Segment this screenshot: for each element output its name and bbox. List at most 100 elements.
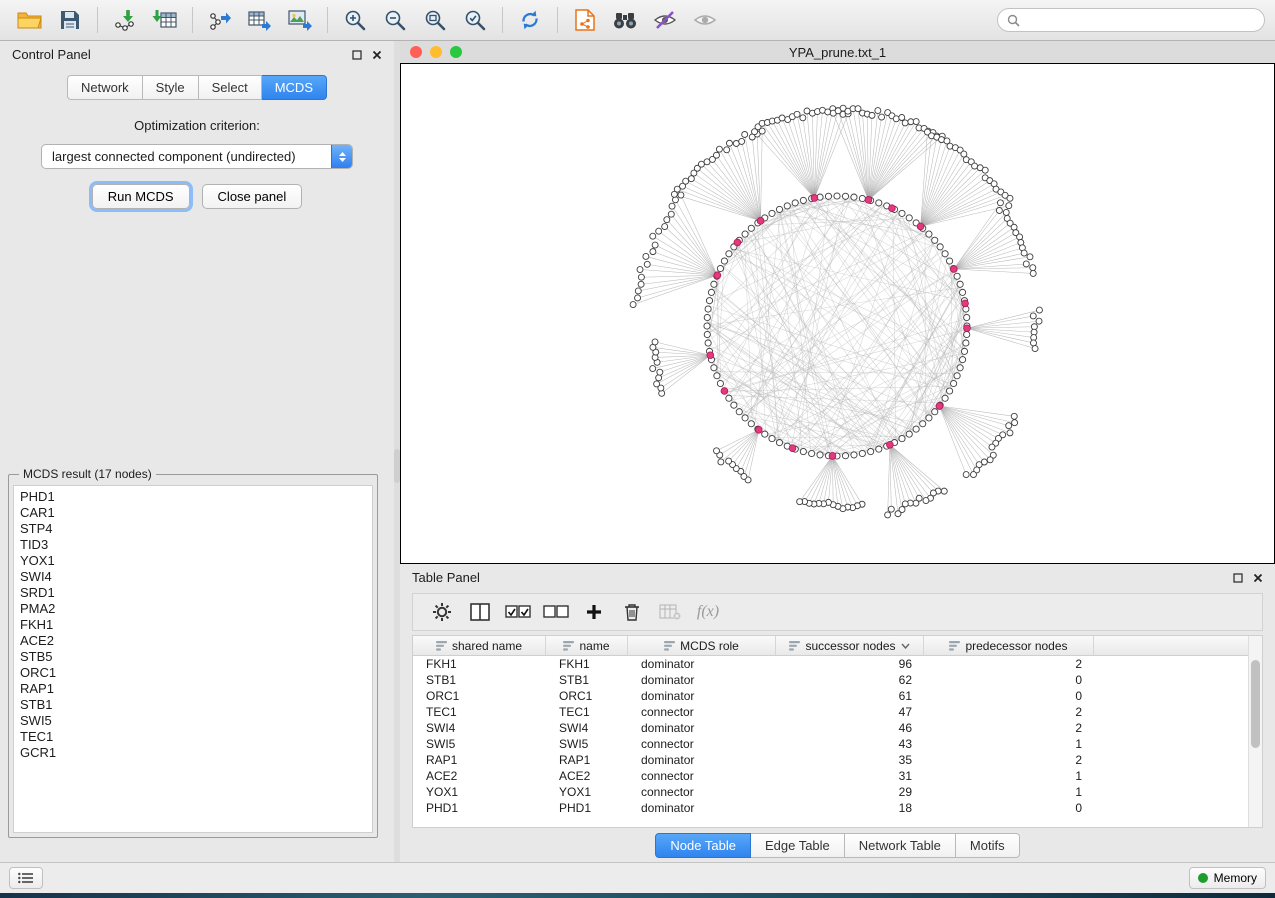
table-cell: SWI4 [413, 720, 546, 736]
table-scrollbar[interactable] [1248, 636, 1262, 827]
deselect-all-button[interactable] [537, 597, 575, 627]
mcds-result-item[interactable]: ACE2 [20, 633, 366, 649]
window-maximize-button[interactable] [450, 46, 462, 58]
scrollbar-thumb[interactable] [1251, 660, 1260, 748]
export-table-button[interactable] [240, 3, 280, 37]
mcds-result-item[interactable]: SWI4 [20, 569, 366, 585]
table-tab-network-table[interactable]: Network Table [845, 833, 956, 858]
export-network-button[interactable] [200, 3, 240, 37]
mcds-result-item[interactable]: CAR1 [20, 505, 366, 521]
binoculars-icon [612, 9, 638, 31]
mcds-result-item[interactable]: STB1 [20, 697, 366, 713]
table-row[interactable]: RAP1RAP1dominator352 [413, 752, 1262, 768]
show-all-button[interactable] [685, 3, 725, 37]
mcds-result-item[interactable]: SWI5 [20, 713, 366, 729]
delete-table-button[interactable] [651, 597, 689, 627]
mcds-result-item[interactable]: PHD1 [20, 489, 366, 505]
tab-select[interactable]: Select [199, 75, 262, 100]
hide-selected-button[interactable] [645, 3, 685, 37]
table-settings-button[interactable] [423, 597, 461, 627]
zoom-selected-button[interactable] [455, 3, 495, 37]
select-all-button[interactable] [499, 597, 537, 627]
column-header-MCDS-role[interactable]: MCDS role [628, 636, 776, 655]
table-cell: 2 [924, 720, 1094, 736]
zoom-out-button[interactable] [375, 3, 415, 37]
close-panel-button[interactable]: Close panel [202, 184, 303, 209]
table-tab-node-table[interactable]: Node Table [655, 833, 751, 858]
share-document-button[interactable] [565, 3, 605, 37]
zoom-fit-button[interactable] [415, 3, 455, 37]
table-row[interactable]: TEC1TEC1connector472 [413, 704, 1262, 720]
list-icon [18, 872, 34, 884]
run-mcds-button[interactable]: Run MCDS [92, 184, 190, 209]
table-row[interactable]: ORC1ORC1dominator610 [413, 688, 1262, 704]
table-tab-edge-table[interactable]: Edge Table [751, 833, 845, 858]
panel-menu-button[interactable] [9, 867, 43, 889]
zoom-in-button[interactable] [335, 3, 375, 37]
add-column-button[interactable] [575, 597, 613, 627]
network-title: YPA_prune.txt_1 [789, 45, 886, 60]
table-row[interactable]: STB1STB1dominator620 [413, 672, 1262, 688]
table-tab-motifs[interactable]: Motifs [956, 833, 1020, 858]
mcds-result-item[interactable]: GCR1 [20, 745, 366, 761]
checked-boxes-icon [505, 605, 531, 619]
table-cell: 2 [924, 656, 1094, 672]
tab-mcds[interactable]: MCDS [262, 75, 327, 100]
show-columns-button[interactable] [461, 597, 499, 627]
tab-network[interactable]: Network [67, 75, 143, 100]
mcds-result-item[interactable]: SRD1 [20, 585, 366, 601]
import-table-button[interactable] [145, 3, 185, 37]
network-canvas[interactable] [400, 63, 1275, 564]
open-session-button[interactable] [10, 3, 50, 37]
table-cell: 1 [924, 784, 1094, 800]
mcds-result-item[interactable]: YOX1 [20, 553, 366, 569]
find-button[interactable] [605, 3, 645, 37]
table-row[interactable]: ACE2ACE2connector311 [413, 768, 1262, 784]
control-panel-header: Control Panel [0, 41, 394, 68]
table-row[interactable]: PHD1PHD1dominator180 [413, 800, 1262, 816]
column-header-name[interactable]: name [546, 636, 628, 655]
mcds-result-list[interactable]: PHD1CAR1STP4TID3YOX1SWI4SRD1PMA2FKH1ACE2… [13, 485, 373, 833]
delete-table-icon [659, 604, 681, 620]
table-row[interactable]: SWI5SWI5connector431 [413, 736, 1262, 752]
close-panel-icon[interactable] [372, 50, 382, 60]
optimization-dropdown[interactable]: largest connected component (undirected) [41, 144, 353, 169]
table-row[interactable]: SWI4SWI4dominator462 [413, 720, 1262, 736]
column-header-predecessor-nodes[interactable]: predecessor nodes [924, 636, 1094, 655]
mcds-result-item[interactable]: RAP1 [20, 681, 366, 697]
panel-splitter-handle[interactable] [394, 449, 400, 483]
column-header-shared-name[interactable]: shared name [413, 636, 546, 655]
function-builder-button[interactable]: f(x) [689, 597, 727, 627]
window-close-button[interactable] [410, 46, 422, 58]
hide-eye-icon [652, 9, 678, 31]
close-table-panel-icon[interactable] [1253, 573, 1263, 583]
table-cell: 1 [924, 768, 1094, 784]
main-content: Control Panel NetworkStyleSelectMCDS Opt… [0, 41, 1275, 862]
import-network-button[interactable] [105, 3, 145, 37]
refresh-view-button[interactable] [510, 3, 550, 37]
table-row[interactable]: FKH1FKH1dominator962 [413, 656, 1262, 672]
table-cell: STB1 [546, 672, 628, 688]
table-cell: YOX1 [546, 784, 628, 800]
delete-column-button[interactable] [613, 597, 651, 627]
mcds-result-item[interactable]: ORC1 [20, 665, 366, 681]
dropdown-stepper-icon [331, 145, 352, 168]
window-minimize-button[interactable] [430, 46, 442, 58]
mcds-result-item[interactable]: PMA2 [20, 601, 366, 617]
table-row[interactable]: YOX1YOX1connector291 [413, 784, 1262, 800]
mcds-result-item[interactable]: TEC1 [20, 729, 366, 745]
toolbar-separator [97, 7, 98, 33]
float-panel-icon[interactable] [352, 50, 362, 60]
memory-button[interactable]: Memory [1189, 867, 1266, 889]
mcds-result-item[interactable]: TID3 [20, 537, 366, 553]
save-session-button[interactable] [50, 3, 90, 37]
float-table-panel-icon[interactable] [1233, 573, 1243, 583]
mcds-result-item[interactable]: FKH1 [20, 617, 366, 633]
mcds-result-item[interactable]: STP4 [20, 521, 366, 537]
export-image-button[interactable] [280, 3, 320, 37]
column-header-successor-nodes[interactable]: successor nodes [776, 636, 924, 655]
mcds-result-item[interactable]: STB5 [20, 649, 366, 665]
tab-style[interactable]: Style [143, 75, 199, 100]
table-header-row: shared namenameMCDS rolesuccessor nodesp… [413, 636, 1262, 656]
search-input[interactable] [1026, 13, 1255, 27]
